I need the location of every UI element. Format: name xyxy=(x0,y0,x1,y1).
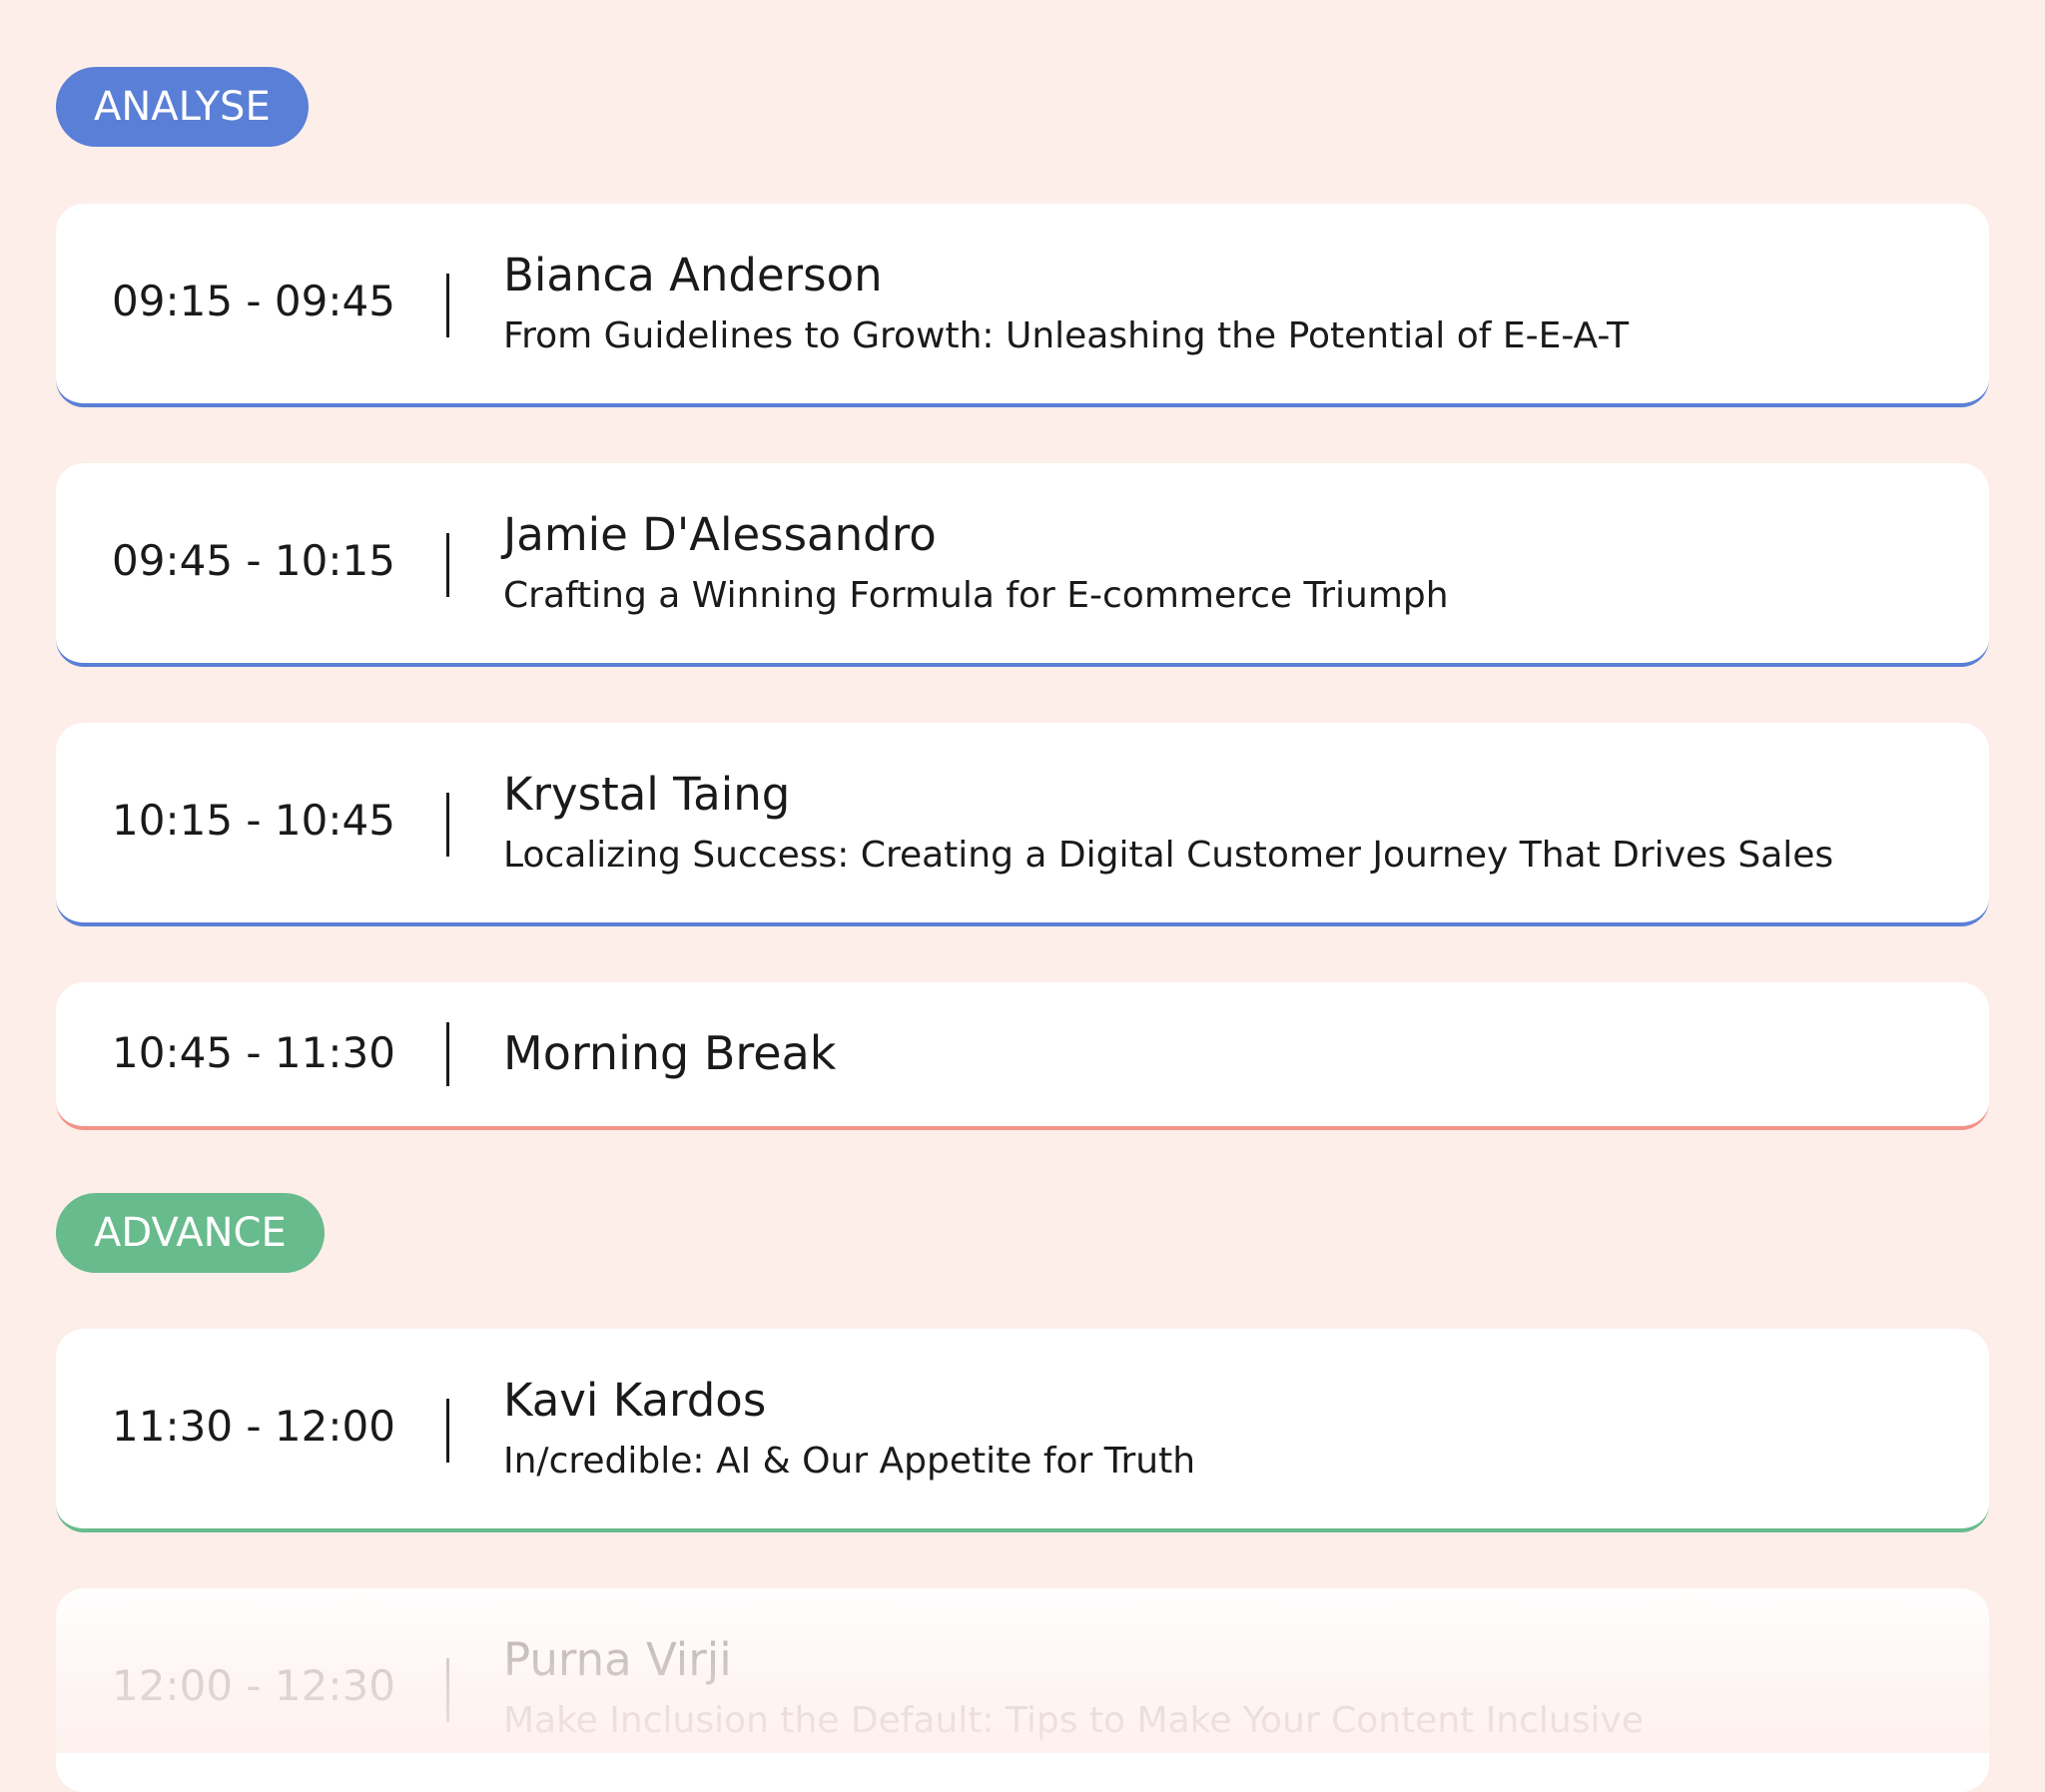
break-time: 10:45 - 11:30 xyxy=(112,1028,395,1077)
session-title: From Guidelines to Growth: Unleashing th… xyxy=(503,315,1630,356)
divider xyxy=(446,533,449,597)
session-title: In/credible: AI & Our Appetite for Truth xyxy=(503,1441,1196,1482)
session-title: Crafting a Winning Formula for E-commerc… xyxy=(503,575,1449,616)
divider xyxy=(446,1658,449,1722)
session-card[interactable]: 11:30 - 12:00 Kavi Kardos In/credible: A… xyxy=(56,1329,1989,1532)
speaker-name: Krystal Taing xyxy=(503,768,791,821)
session-title: Localizing Success: Creating a Digital C… xyxy=(503,835,1834,876)
speaker-name: Jamie D'Alessandro xyxy=(503,508,937,561)
divider xyxy=(446,274,449,337)
session-time: 09:15 - 09:45 xyxy=(112,277,395,325)
track-badge-analyse: ANALYSE xyxy=(56,67,309,147)
divider xyxy=(446,793,449,857)
session-time: 09:45 - 10:15 xyxy=(112,536,395,585)
session-card[interactable]: 12:00 - 12:30 Purna Virji Make Inclusion… xyxy=(56,1588,1989,1792)
session-card[interactable]: 09:15 - 09:45 Bianca Anderson From Guide… xyxy=(56,204,1989,407)
session-title: Make Inclusion the Default: Tips to Make… xyxy=(503,1700,1644,1741)
session-card[interactable]: 10:15 - 10:45 Krystal Taing Localizing S… xyxy=(56,723,1989,926)
session-time: 10:15 - 10:45 xyxy=(112,796,395,845)
break-card: 10:45 - 11:30 Morning Break xyxy=(56,982,1989,1130)
speaker-name: Purna Virji xyxy=(503,1633,732,1686)
speaker-name: Bianca Anderson xyxy=(503,249,883,301)
speaker-name: Kavi Kardos xyxy=(503,1374,767,1427)
session-card[interactable]: 09:45 - 10:15 Jamie D'Alessandro Craftin… xyxy=(56,463,1989,667)
divider xyxy=(446,1399,449,1463)
session-time: 11:30 - 12:00 xyxy=(112,1402,395,1451)
session-time: 12:00 - 12:30 xyxy=(112,1661,395,1710)
break-title: Morning Break xyxy=(503,1026,837,1080)
divider xyxy=(446,1022,449,1086)
track-badge-advance: ADVANCE xyxy=(56,1193,325,1273)
